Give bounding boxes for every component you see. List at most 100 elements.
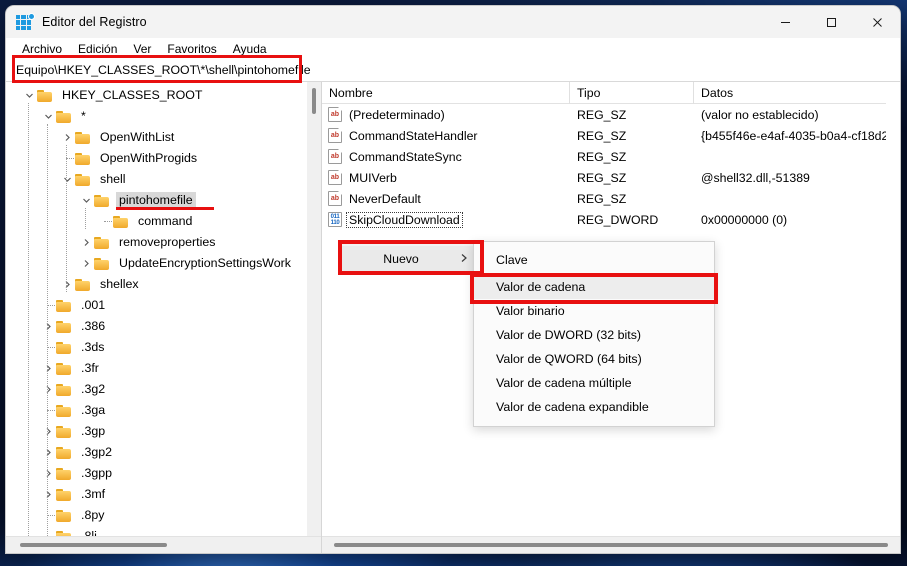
chevron-right-icon[interactable] xyxy=(41,490,56,499)
value-name-cell: 011 110 SkipCloudDownload xyxy=(322,209,570,230)
value-row[interactable]: ab NeverDefault REG_SZ xyxy=(322,188,900,209)
tree-node[interactable]: removeproperties xyxy=(6,232,307,253)
submenu-item[interactable]: Valor de cadena múltiple xyxy=(474,371,714,395)
tree-vertical-scrollbar[interactable] xyxy=(307,82,321,536)
menu-edicion[interactable]: Edición xyxy=(70,40,125,58)
tree-node-label: shellex xyxy=(100,277,139,291)
close-button[interactable] xyxy=(854,6,900,38)
title-bar[interactable]: Editor del Registro xyxy=(6,6,900,38)
tree-node-label: .3fr xyxy=(81,361,99,375)
tree-node-label: .3ga xyxy=(81,403,106,417)
minimize-button[interactable] xyxy=(762,6,808,38)
tree-node[interactable]: command xyxy=(6,211,307,232)
tree-node[interactable]: .001 xyxy=(6,295,307,316)
chevron-down-icon[interactable] xyxy=(22,91,37,100)
value-name-cell: ab NeverDefault xyxy=(322,188,570,209)
values-horizontal-scrollbar[interactable] xyxy=(322,536,900,553)
tree-vertical-scroll-thumb[interactable] xyxy=(312,88,316,114)
tree-node[interactable]: .3ga xyxy=(6,400,307,421)
values-column-headers: Nombre Tipo Datos xyxy=(322,82,900,104)
menu-item-nuevo-label: Nuevo xyxy=(383,251,419,266)
chevron-right-icon[interactable] xyxy=(41,427,56,436)
tree-node[interactable]: .3mf xyxy=(6,484,307,505)
value-row[interactable]: 011 110 SkipCloudDownload REG_DWORD 0x000000… xyxy=(322,209,900,230)
string-value-icon: ab xyxy=(328,191,342,206)
menu-item-nuevo[interactable]: Nuevo xyxy=(342,246,480,271)
value-name-label: CommandStateSync xyxy=(349,149,462,164)
value-data-cell xyxy=(694,146,900,167)
maximize-button[interactable] xyxy=(808,6,854,38)
tree-node-label: .001 xyxy=(81,298,106,312)
tree-node[interactable]: .8py xyxy=(6,505,307,526)
tree-node[interactable]: shellex xyxy=(6,274,307,295)
folder-icon xyxy=(56,425,73,439)
tree-connector xyxy=(41,305,56,306)
registry-tree: HKEY_CLASSES_ROOT * OpenWithList OpenWithPr… xyxy=(6,82,307,536)
submenu-item[interactable]: Valor binario xyxy=(474,299,714,323)
tree-node[interactable]: .3ds xyxy=(6,337,307,358)
column-header-tipo[interactable]: Tipo xyxy=(570,82,694,104)
menu-ayuda[interactable]: Ayuda xyxy=(225,40,275,58)
column-header-datos[interactable]: Datos xyxy=(694,82,900,104)
tree-node[interactable]: OpenWithList xyxy=(6,127,307,148)
tree-guide-line xyxy=(28,103,29,536)
submenu-item[interactable]: Valor de cadena xyxy=(474,275,714,299)
tree-node[interactable]: .386 xyxy=(6,316,307,337)
address-bar[interactable]: Equipo\HKEY_CLASSES_ROOT\*\shell\pintoho… xyxy=(6,59,900,81)
tree-node-label: HKEY_CLASSES_ROOT xyxy=(62,88,203,102)
chevron-right-icon[interactable] xyxy=(41,469,56,478)
chevron-down-icon[interactable] xyxy=(60,175,75,184)
tree-node[interactable]: HKEY_CLASSES_ROOT xyxy=(6,85,307,106)
content-split: HKEY_CLASSES_ROOT * OpenWithList OpenWithPr… xyxy=(6,82,900,553)
address-bar-container: Equipo\HKEY_CLASSES_ROOT\*\shell\pintoho… xyxy=(6,55,900,83)
submenu-item[interactable]: Valor de DWORD (32 bits) xyxy=(474,323,714,347)
value-name-label: CommandStateHandler xyxy=(349,128,478,143)
value-type-cell: REG_SZ xyxy=(577,149,627,164)
chevron-right-icon[interactable] xyxy=(60,280,75,289)
chevron-down-icon[interactable] xyxy=(79,196,94,205)
tree-node[interactable]: * xyxy=(6,106,307,127)
tree-node-label: .8li xyxy=(81,529,97,536)
chevron-down-icon[interactable] xyxy=(41,112,56,121)
tree-node[interactable]: pintohomefile xyxy=(6,190,307,211)
value-row[interactable]: ab CommandStateSync REG_SZ xyxy=(322,146,900,167)
tree-node[interactable]: .3gp2 xyxy=(6,442,307,463)
folder-icon xyxy=(56,446,73,460)
tree-node[interactable]: UpdateEncryptionSettingsWork xyxy=(6,253,307,274)
submenu-item[interactable]: Valor de QWORD (64 bits) xyxy=(474,347,714,371)
chevron-right-icon xyxy=(460,252,472,266)
tree-node-label: shell xyxy=(100,172,126,186)
value-row[interactable]: ab CommandStateHandler REG_SZ {b455f46e-e4a… xyxy=(322,125,900,146)
submenu-item[interactable]: Clave xyxy=(474,248,714,272)
menu-favoritos[interactable]: Favoritos xyxy=(159,40,224,58)
chevron-right-icon[interactable] xyxy=(41,448,56,457)
chevron-right-icon[interactable] xyxy=(41,322,56,331)
value-type-cell: REG_SZ xyxy=(577,107,627,122)
folder-icon xyxy=(75,278,92,292)
registry-tree-pane: HKEY_CLASSES_ROOT * OpenWithList OpenWithPr… xyxy=(6,82,322,553)
submenu-item[interactable]: Valor de cadena expandible xyxy=(474,395,714,419)
value-row[interactable]: ab (Predeterminado) REG_SZ (valor no establ… xyxy=(322,104,900,125)
value-row[interactable]: ab MUIVerb REG_SZ @shell32.dll,-51389 xyxy=(322,167,900,188)
menu-ver[interactable]: Ver xyxy=(125,40,159,58)
window-title: Editor del Registro xyxy=(42,15,147,29)
chevron-right-icon[interactable] xyxy=(60,133,75,142)
chevron-right-icon[interactable] xyxy=(79,238,94,247)
chevron-right-icon[interactable] xyxy=(79,259,94,268)
menu-archivo[interactable]: Archivo xyxy=(14,40,70,58)
tree-node[interactable]: .3gpp xyxy=(6,463,307,484)
folder-icon xyxy=(56,509,73,523)
tree-node[interactable]: .3gp xyxy=(6,421,307,442)
tree-node[interactable]: .3fr xyxy=(6,358,307,379)
values-horizontal-scroll-thumb[interactable] xyxy=(334,543,888,547)
folder-icon xyxy=(56,488,73,502)
tree-horizontal-scrollbar[interactable] xyxy=(6,536,321,553)
tree-horizontal-scroll-thumb[interactable] xyxy=(20,543,167,547)
tree-node[interactable]: .3g2 xyxy=(6,379,307,400)
column-header-nombre[interactable]: Nombre xyxy=(322,82,570,104)
chevron-right-icon[interactable] xyxy=(41,364,56,373)
chevron-right-icon[interactable] xyxy=(41,385,56,394)
tree-node[interactable]: OpenWithProgids xyxy=(6,148,307,169)
tree-node[interactable]: shell xyxy=(6,169,307,190)
tree-node[interactable]: .8li xyxy=(6,526,307,536)
